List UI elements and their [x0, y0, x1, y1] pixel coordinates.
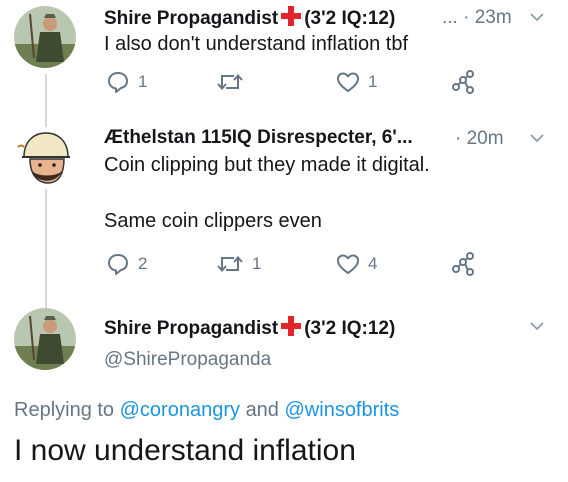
like-count: 4: [368, 254, 378, 273]
like-icon: [337, 72, 359, 92]
share-icon: [452, 70, 474, 94]
name-ellipsis: ...: [442, 7, 458, 28]
like-count: 1: [368, 72, 378, 91]
retweet-button[interactable]: 1: [216, 250, 261, 278]
mention-link-2[interactable]: @winsofbrits: [285, 399, 400, 421]
share-button[interactable]: [451, 250, 475, 278]
author-name-suffix[interactable]: (3'2 IQ:12): [304, 8, 395, 29]
timestamp[interactable]: · 23m: [463, 7, 512, 28]
retweet-icon: [217, 255, 243, 273]
like-icon: [337, 254, 359, 274]
reply-count: 2: [138, 254, 148, 273]
chevron-down-icon[interactable]: [529, 12, 545, 22]
share-icon: [452, 252, 474, 276]
replying-and: and: [245, 399, 279, 421]
tweet-text: I also don't understand inflation tbf: [104, 33, 409, 55]
replying-to: Replying to @coronangry and @winsofbrits: [14, 399, 399, 422]
avatar[interactable]: [14, 127, 76, 189]
like-button[interactable]: 1: [336, 68, 377, 96]
tweet-text-line-2: Same coin clippers even: [104, 210, 322, 232]
author-display-name[interactable]: Shire Propagandist: [104, 318, 278, 339]
main-tweet-text: I now understand inflation: [14, 434, 356, 467]
avatar[interactable]: [14, 6, 76, 68]
author-name[interactable]: Shire Propagandist (3'2 IQ:12): [104, 6, 395, 30]
thread-connector: [45, 74, 47, 308]
author-name[interactable]: Æthelstan 115IQ Disrespecter, 6'...: [104, 127, 413, 149]
author-display-name[interactable]: Shire Propagandist: [104, 8, 278, 29]
replying-prefix: Replying to: [14, 399, 115, 421]
avatar[interactable]: [14, 308, 76, 370]
reply-icon: [108, 72, 128, 93]
tweet-text-line-1: Coin clipping but they made it digital.: [104, 154, 430, 176]
st-george-cross-icon: [281, 316, 302, 336]
mention-link-1[interactable]: @coronangry: [120, 399, 240, 421]
tweet-time[interactable]: ... · 23m: [442, 7, 512, 29]
retweet-button[interactable]: [216, 68, 252, 96]
reply-button[interactable]: 1: [106, 68, 147, 96]
st-george-cross-icon: [281, 6, 302, 26]
reply-icon: [108, 254, 128, 275]
chevron-down-icon[interactable]: [529, 133, 545, 143]
chevron-down-icon[interactable]: [529, 321, 545, 331]
retweet-icon: [217, 73, 243, 91]
author-name[interactable]: Shire Propagandist (3'2 IQ:12): [104, 316, 395, 340]
reply-count: 1: [138, 72, 148, 91]
like-button[interactable]: 4: [336, 250, 377, 278]
reply-button[interactable]: 2: [106, 250, 147, 278]
author-handle[interactable]: @ShirePropaganda: [104, 349, 271, 371]
author-name-suffix[interactable]: (3'2 IQ:12): [304, 318, 395, 339]
retweet-count: 1: [252, 254, 262, 273]
timestamp[interactable]: · 20m: [455, 128, 504, 150]
share-button[interactable]: [451, 68, 475, 96]
